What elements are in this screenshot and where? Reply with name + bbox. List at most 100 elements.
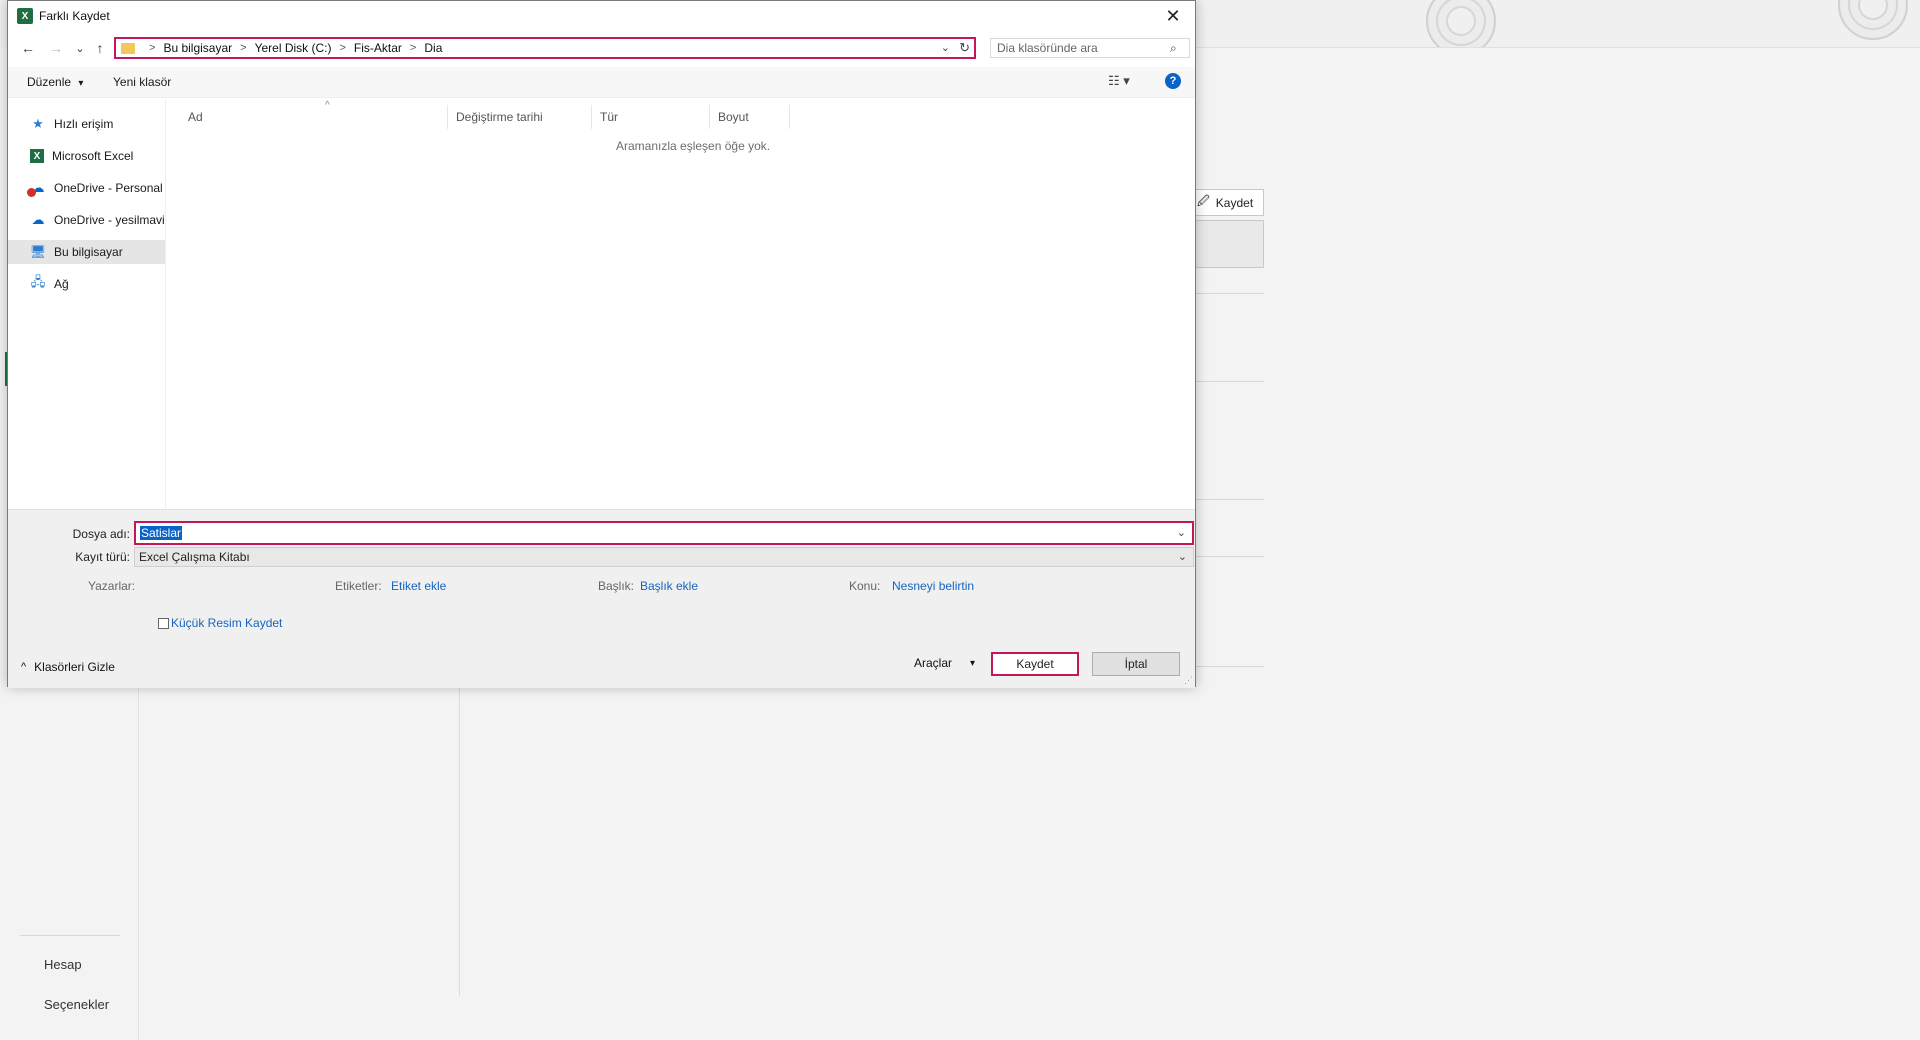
breadcrumb-this-pc[interactable]: Bu bilgisayar: [163, 41, 232, 55]
column-header-label: Ad: [188, 110, 203, 124]
sidebar-item-quick-access[interactable]: ★ Hızlı erişim: [8, 112, 165, 136]
tools-menu-button[interactable]: Araçlar ▾: [914, 656, 975, 670]
organize-label: Düzenle: [27, 75, 72, 89]
tools-caret-icon: ▾: [970, 657, 976, 669]
this-pc-icon: 🖥: [29, 244, 47, 259]
empty-list-message: Aramanızla eşleşen öğe yok.: [616, 139, 771, 153]
save-button[interactable]: Kaydet: [991, 652, 1079, 676]
title-label: Başlık:: [598, 579, 635, 593]
recent-locations-chevron-icon[interactable]: ⌄: [70, 38, 90, 58]
filename-dropdown-icon[interactable]: ⌄: [1177, 526, 1186, 539]
breadcrumb-separator: >: [149, 42, 156, 54]
filename-value: Satislar: [140, 526, 183, 540]
address-bar[interactable]: > Bu bilgisayar > Yerel Disk (C:) > Fis-…: [114, 37, 976, 59]
save-edit-icon: 🖉: [1197, 194, 1210, 208]
authors-label: Yazarlar:: [88, 579, 136, 593]
save-thumbnail-label: Küçük Resim Kaydet: [171, 616, 283, 630]
backstage-separator: [1196, 666, 1264, 667]
file-list: Ad ^ Değiştirme tarihi Tür Boyut Aramanı…: [166, 99, 1196, 509]
resize-grip-icon[interactable]: ⋰: [1184, 675, 1193, 686]
tools-label: Araçlar: [914, 656, 953, 670]
save-thumbnail-option[interactable]: Küçük Resim Kaydet: [158, 616, 282, 630]
up-arrow-icon[interactable]: ↑: [90, 38, 110, 58]
search-icon[interactable]: ⌕: [1170, 41, 1177, 56]
sidebar-item-this-pc[interactable]: 🖥 Bu bilgisayar: [8, 240, 165, 264]
breadcrumb-separator: >: [409, 42, 417, 54]
backstage-account-link[interactable]: Hesap: [44, 957, 82, 972]
forward-arrow-icon[interactable]: →: [46, 38, 66, 58]
sidebar-item-label: Bu bilgisayar: [54, 245, 123, 259]
sidebar-item-microsoft-excel[interactable]: X Microsoft Excel: [8, 144, 165, 168]
backstage-separator: [1196, 556, 1264, 557]
search-input[interactable]: Dia klasöründe ara: [990, 38, 1190, 58]
close-button[interactable]: ✕: [1151, 1, 1195, 31]
hide-folders-button[interactable]: ^ Klasörleri Gizle: [21, 660, 115, 674]
save-as-dialog: X Farklı Kaydet ✕ ← → ⌄ ↑ > Bu bilgisaya…: [7, 0, 1196, 688]
backstage-save-label: Kaydet: [1215, 195, 1254, 210]
error-badge-icon: [27, 188, 36, 197]
breadcrumb-separator: >: [240, 42, 247, 54]
organize-button[interactable]: Düzenle ▾: [27, 75, 83, 89]
filename-label: Dosya adı:: [72, 527, 130, 541]
refresh-icon[interactable]: ↻: [959, 40, 970, 56]
subject-label: Konu:: [849, 579, 881, 593]
sidebar-item-label: OneDrive - Personal: [54, 181, 163, 195]
navigation-bar: ← → ⌄ ↑ > Bu bilgisayar > Yerel Disk (C:…: [8, 34, 1195, 64]
onedrive-error-icon: ☁: [27, 180, 46, 197]
breadcrumb-separator: >: [339, 42, 346, 54]
sidebar-item-onedrive-yesilmavi[interactable]: ☁ OneDrive - yesilmavi: [8, 208, 165, 232]
filetype-label: Kayıt türü:: [75, 550, 130, 564]
sidebar-item-network[interactable]: 🖧 Ağ: [8, 272, 165, 296]
address-dropdown-icon[interactable]: ⌄: [941, 41, 950, 54]
chevron-up-icon: ^: [21, 661, 27, 673]
backstage-options-link[interactable]: Seçenekler: [44, 997, 109, 1012]
organize-caret-icon: ▾: [78, 78, 84, 89]
filetype-select[interactable]: Excel Çalışma Kitabı ⌄: [134, 547, 1194, 567]
command-bar: Düzenle ▾ Yeni klasör ☷ ▾ ?: [8, 67, 1195, 98]
help-icon[interactable]: ?: [1165, 73, 1181, 89]
decorative-ring: [1838, 0, 1908, 40]
column-header-type[interactable]: Tür: [592, 105, 710, 129]
filetype-dropdown-icon: ⌄: [1177, 551, 1187, 563]
breadcrumb-local-disk[interactable]: Yerel Disk (C:): [255, 41, 332, 55]
breadcrumb-dia[interactable]: Dia: [424, 41, 442, 55]
backstage-separator: [1196, 499, 1264, 500]
sidebar-item-label: Ağ: [54, 277, 69, 291]
cancel-button[interactable]: İptal: [1092, 652, 1180, 676]
backstage-separator: [1196, 381, 1264, 382]
filetype-value: Excel Çalışma Kitabı: [139, 550, 250, 564]
back-arrow-icon[interactable]: ←: [18, 38, 38, 58]
dialog-titlebar: X Farklı Kaydet ✕: [8, 1, 1195, 31]
dialog-title: Farklı Kaydet: [39, 9, 110, 23]
new-folder-button[interactable]: Yeni klasör: [113, 75, 171, 89]
view-options-icon[interactable]: ☷ ▾: [1108, 73, 1130, 89]
add-title-link[interactable]: Başlık ekle: [640, 579, 698, 593]
decorative-ring: [1426, 0, 1496, 47]
filename-input[interactable]: Satislar ⌄: [134, 521, 1194, 545]
breadcrumb-fis-aktar[interactable]: Fis-Aktar: [354, 41, 402, 55]
sidebar-item-label: OneDrive - yesilmavi: [54, 213, 165, 227]
sidebar-item-label: Hızlı erişim: [54, 117, 114, 131]
folder-icon: [121, 42, 135, 54]
excel-app-icon: X: [17, 8, 33, 24]
column-header-size[interactable]: Boyut: [710, 105, 790, 129]
sidebar-item-label: Microsoft Excel: [52, 149, 134, 163]
save-options-panel: Dosya adı: Satislar ⌄ Kayıt türü: Excel …: [8, 509, 1195, 688]
specify-subject-link[interactable]: Nesneyi belirtin: [892, 579, 974, 593]
navigation-pane: ★ Hızlı erişim X Microsoft Excel ☁ OneDr…: [8, 99, 166, 509]
add-tag-link[interactable]: Etiket ekle: [391, 579, 446, 593]
sidebar-item-onedrive-personal[interactable]: ☁ OneDrive - Personal: [8, 176, 165, 200]
onedrive-icon: ☁: [31, 212, 45, 227]
save-thumbnail-checkbox[interactable]: [158, 617, 169, 629]
column-header-name[interactable]: Ad ^: [180, 100, 448, 129]
column-header-date-modified[interactable]: Değiştirme tarihi: [448, 105, 592, 129]
backstage-nav-divider: [20, 935, 120, 936]
backstage-divider: [459, 686, 460, 996]
backstage-save-button[interactable]: 🖉 Kaydet: [1190, 189, 1264, 216]
tags-label: Etiketler:: [335, 579, 382, 593]
network-icon: 🖧: [30, 274, 46, 289]
hide-folders-label: Klasörleri Gizle: [34, 660, 115, 674]
backstage-separator: [1196, 293, 1264, 294]
excel-icon: X: [30, 149, 44, 163]
quick-access-star-icon: ★: [32, 116, 44, 131]
